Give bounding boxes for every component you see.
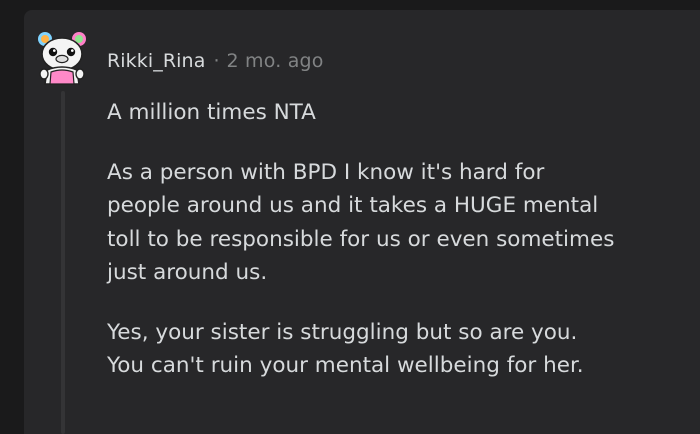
user-avatar-icon[interactable]	[33, 28, 91, 86]
comment-body: A million times NTA As a person with BPD…	[107, 96, 697, 409]
comment-line: As a person with BPD I know it's hard fo…	[107, 159, 545, 185]
comment-paragraph: As a person with BPD I know it's hard fo…	[107, 156, 697, 290]
comment-header: Rikki_Rina · 2 mo. ago	[107, 47, 324, 75]
comment-line: people around us and it takes a HUGE men…	[107, 193, 599, 218]
comment-line: You can't ruin your mental wellbeing for…	[107, 353, 584, 378]
comment-line: Yes, your sister is struggling but so ar…	[107, 319, 578, 345]
comment-line: just around us.	[107, 260, 268, 285]
comment-line: toll to be responsible for us or even so…	[107, 226, 615, 252]
comment-line: A million times NTA	[107, 100, 316, 125]
comment-paragraph: A million times NTA	[107, 96, 697, 130]
author-username[interactable]: Rikki_Rina	[107, 50, 205, 72]
comment-timestamp[interactable]: 2 mo. ago	[226, 50, 323, 72]
meta-separator: ·	[213, 50, 220, 72]
thread-line[interactable]	[61, 91, 65, 434]
comment-paragraph: Yes, your sister is struggling but so ar…	[107, 316, 697, 383]
